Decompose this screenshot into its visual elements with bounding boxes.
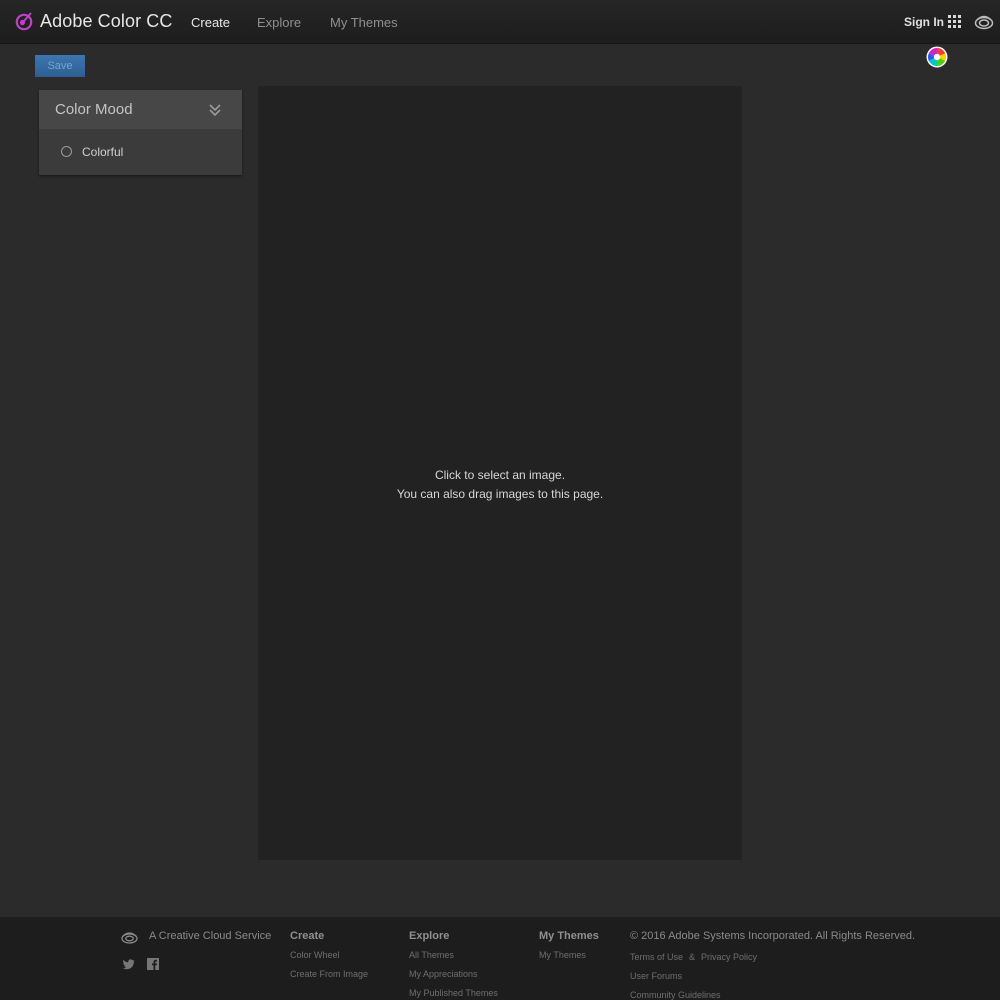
radio-button[interactable] — [61, 146, 72, 157]
footer-link-create-from-image[interactable]: Create From Image — [290, 969, 368, 979]
footer-tagline: A Creative Cloud Service — [149, 930, 272, 942]
privacy-policy-link[interactable]: Privacy Policy — [701, 952, 757, 962]
footer-heading[interactable]: Explore — [409, 930, 498, 942]
image-dropzone[interactable]: Click to select an image. You can also d… — [258, 86, 742, 860]
adobe-color-logo-icon[interactable] — [14, 11, 34, 31]
top-header: Adobe Color CC Create Explore My Themes … — [0, 0, 1000, 44]
terms-of-use-link[interactable]: Terms of Use — [630, 952, 683, 962]
copyright-text: © 2016 Adobe Systems Incorporated. All R… — [630, 930, 916, 942]
twitter-icon[interactable] — [123, 958, 135, 970]
app-title[interactable]: Adobe Color CC — [40, 11, 172, 32]
community-guidelines-link[interactable]: Community Guidelines — [630, 990, 721, 1000]
footer-col-create: Create Color Wheel Create From Image — [290, 930, 368, 988]
creative-cloud-icon — [121, 932, 138, 944]
footer-heading[interactable]: Create — [290, 930, 368, 942]
sign-in-link[interactable]: Sign In — [904, 15, 944, 29]
color-mood-panel: Color Mood Colorful — [39, 90, 242, 175]
footer-link-my-published-themes[interactable]: My Published Themes — [409, 988, 498, 998]
footer-legal-links: Terms of Use & Privacy Policy User Forums … — [630, 952, 757, 1000]
dropzone-hint: You can also drag images to this page. — [396, 487, 604, 501]
footer-link-all-themes[interactable]: All Themes — [409, 950, 498, 960]
ampersand: & — [689, 952, 696, 962]
footer: A Creative Cloud Service Create Color Wh… — [0, 917, 1000, 1000]
footer-heading[interactable]: My Themes — [539, 930, 599, 942]
mood-option-colorful[interactable]: Colorful — [39, 129, 242, 175]
color-mood-dropdown[interactable]: Color Mood — [39, 90, 242, 129]
double-chevron-down-icon[interactable] — [208, 103, 222, 117]
save-button[interactable]: Save — [35, 55, 85, 77]
nav-create[interactable]: Create — [191, 15, 230, 30]
dropzone-instruction: Click to select an image. — [434, 468, 566, 482]
facebook-icon[interactable] — [147, 958, 159, 970]
footer-col-explore: Explore All Themes My Appreciations My P… — [409, 930, 498, 1000]
footer-col-my-themes: My Themes My Themes — [539, 930, 599, 969]
color-mood-title: Color Mood — [55, 101, 133, 118]
nav-my-themes[interactable]: My Themes — [330, 15, 398, 30]
footer-link-color-wheel[interactable]: Color Wheel — [290, 950, 368, 960]
user-forums-link[interactable]: User Forums — [630, 971, 682, 981]
creative-cloud-icon[interactable] — [974, 12, 994, 32]
footer-link-my-themes[interactable]: My Themes — [539, 950, 599, 960]
nav-explore[interactable]: Explore — [257, 15, 301, 30]
mood-option-label: Colorful — [82, 145, 124, 159]
apps-grid-icon[interactable] — [948, 15, 962, 29]
color-wheel-icon[interactable] — [926, 46, 948, 68]
footer-link-my-appreciations[interactable]: My Appreciations — [409, 969, 498, 979]
